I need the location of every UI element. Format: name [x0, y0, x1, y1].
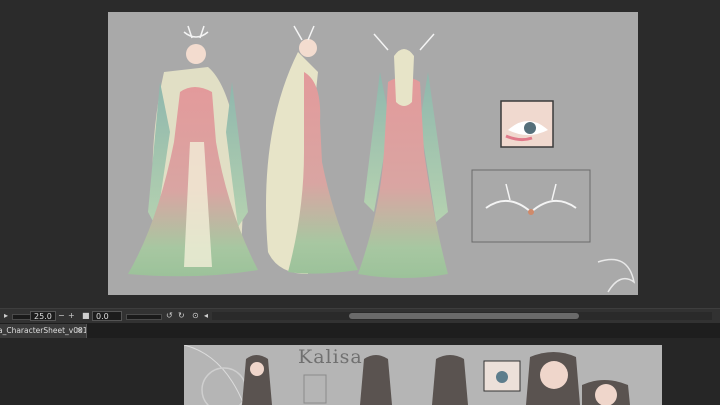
crown-detail	[471, 169, 591, 243]
rotation-input[interactable]: 0.0	[92, 311, 122, 321]
second-canvas-artwork	[184, 345, 630, 405]
document-tab[interactable]: a_CharacterSheet_v001 ×	[0, 324, 87, 338]
second-canvas[interactable]	[184, 345, 662, 405]
drawing-canvas[interactable]	[108, 12, 638, 295]
corner-ornament	[597, 258, 636, 293]
rotate-right-icon[interactable]: ↻	[178, 309, 185, 323]
document-tabbar: a_CharacterSheet_v001 ×	[0, 324, 720, 338]
figure-back	[358, 33, 448, 278]
zoom-label-icon: ▸	[4, 311, 9, 320]
tab-label: a_CharacterSheet_v001	[0, 326, 87, 335]
zoom-in-button[interactable]: +	[68, 309, 75, 323]
scrollbar-thumb[interactable]	[349, 313, 579, 319]
figure-front	[128, 25, 258, 277]
rotate-handle-icon[interactable]: ■	[82, 309, 90, 323]
rotate-left-icon[interactable]: ↺	[166, 309, 173, 323]
figure-side	[266, 25, 358, 274]
status-bar: ▸ 25.0 − + ■ 0.0 ↺ ↻ ⊙ ◂	[0, 308, 720, 324]
close-icon[interactable]: ×	[76, 324, 84, 338]
zoom-input[interactable]: 25.0	[30, 311, 56, 321]
zoom-out-button[interactable]: −	[58, 309, 65, 323]
horizontal-scrollbar[interactable]	[212, 312, 712, 320]
reset-rotation-icon[interactable]: ⊙	[192, 309, 199, 323]
lower-canvas-title: Kalisa	[298, 346, 363, 368]
eye-detail	[500, 100, 554, 148]
rotation-slider[interactable]	[126, 314, 162, 320]
flip-icon[interactable]: ◂	[204, 309, 208, 323]
character-sheet-artwork	[128, 25, 636, 293]
zoom-slider[interactable]	[12, 314, 32, 320]
